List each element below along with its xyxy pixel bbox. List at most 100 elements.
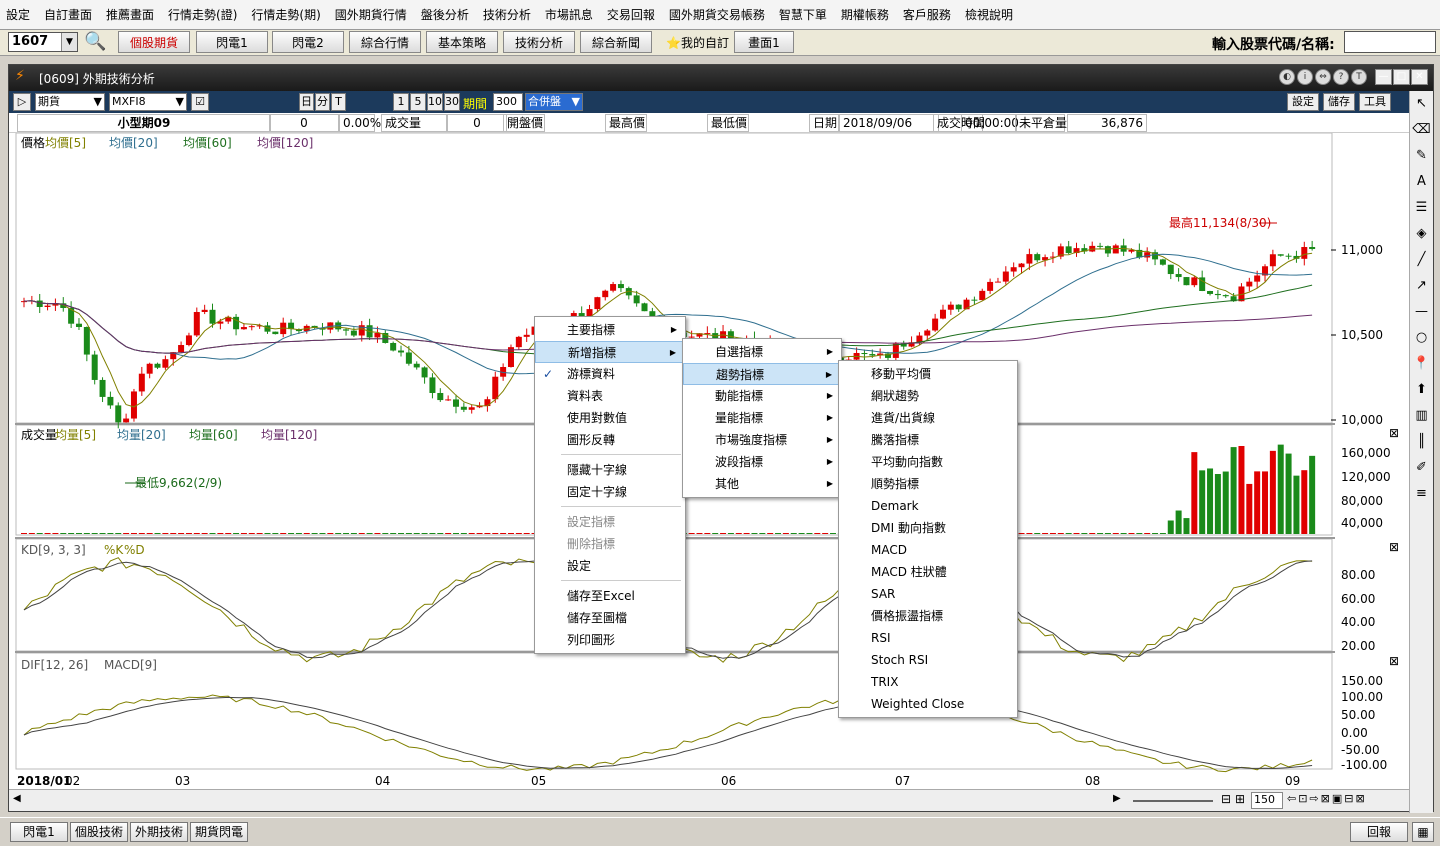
period-num-2[interactable]: 10 <box>427 93 443 111</box>
close-icon[interactable]: ✕ <box>1411 69 1428 85</box>
code-select[interactable]: 1607 ▼ <box>8 32 78 52</box>
submenu2-item-4[interactable]: 平均動向指數 <box>839 451 1017 473</box>
submenu1-item-1[interactable]: 趨勢指標 ▶ <box>683 363 841 385</box>
menu-item-14[interactable]: 檢視說明 <box>965 6 1013 23</box>
menu-item-6[interactable]: 盤後分析 <box>421 6 469 23</box>
context-menu-item-8[interactable]: 設定指標 <box>535 511 685 533</box>
menu-item-0[interactable]: 設定 <box>6 6 30 23</box>
vlines-icon[interactable]: ║ <box>1410 429 1433 455</box>
zoom-input[interactable]: 150 <box>1251 792 1283 809</box>
submenu2-item-10[interactable]: SAR <box>839 583 1017 605</box>
task-button-1[interactable]: 個股技術 <box>70 822 128 842</box>
maximize-icon[interactable]: □ <box>1393 69 1410 85</box>
merge-select[interactable]: 合併盤 ▼ <box>525 93 583 111</box>
eraser-icon[interactable]: ⌫ <box>1410 117 1433 143</box>
toolbar-button-3[interactable]: 綜合行情 <box>349 31 421 53</box>
scroll-right-icon[interactable]: ▶ <box>1113 793 1121 804</box>
hline-icon[interactable]: — <box>1410 299 1433 325</box>
circle-icon[interactable]: ○ <box>1410 325 1433 351</box>
submenu1-item-3[interactable]: 量能指標 ▶ <box>683 407 841 429</box>
pane-close-icon[interactable]: ⊠ <box>1389 426 1399 440</box>
menu-item-13[interactable]: 客戶服務 <box>903 6 951 23</box>
context-menu-item-13[interactable]: 列印圖形 <box>535 629 685 651</box>
submenu2-item-11[interactable]: 價格振盪指標 <box>839 605 1017 627</box>
t-icon[interactable]: T <box>1351 69 1367 85</box>
menu-item-12[interactable]: 期權帳務 <box>841 6 889 23</box>
menu-item-3[interactable]: 行情走勢(證) <box>168 6 237 23</box>
submenu1-item-2[interactable]: 動能指標 ▶ <box>683 385 841 407</box>
pencil-icon[interactable]: ✐ <box>1410 455 1433 481</box>
grid-icon[interactable]: ▦ <box>1412 822 1434 842</box>
task-button-2[interactable]: 外期技術 <box>130 822 188 842</box>
win-button-0[interactable]: 設定 <box>1287 93 1319 111</box>
menu-item-10[interactable]: 國外期貨交易帳務 <box>669 6 765 23</box>
submenu2-item-3[interactable]: 騰落指標 <box>839 429 1017 451</box>
toolbar-button-2[interactable]: 閃電2 <box>272 31 344 53</box>
submenu1-item-4[interactable]: 市場強度指標 ▶ <box>683 429 841 451</box>
submenu1-item-5[interactable]: 波段指標 ▶ <box>683 451 841 473</box>
marker-icon[interactable]: ⬆ <box>1410 377 1433 403</box>
submenu1-item-6[interactable]: 其他 ▶ <box>683 473 841 495</box>
context-menu-item-4[interactable]: 使用對數值 <box>535 407 685 429</box>
submenu2-item-1[interactable]: 網狀趨勢 <box>839 385 1017 407</box>
my-custom-button[interactable]: ⭐我的自訂 <box>666 34 729 51</box>
task-button-0[interactable]: 閃電1 <box>10 822 68 842</box>
info-icon[interactable]: i <box>1297 69 1313 85</box>
paint-icon[interactable]: ✎ <box>1410 143 1433 169</box>
submenu2-item-15[interactable]: Weighted Close <box>839 693 1017 715</box>
menu-item-1[interactable]: 自訂畫面 <box>44 6 92 23</box>
screen1-button[interactable]: 畫面1 <box>734 31 794 53</box>
period-type-0[interactable]: 日 <box>299 93 314 111</box>
play-icon[interactable]: ▷ <box>13 93 31 111</box>
search-icon[interactable]: 🔍 <box>84 31 106 52</box>
submenu2-item-5[interactable]: 順勢指標 <box>839 473 1017 495</box>
context-menu-item-7[interactable]: 固定十字線 <box>535 481 685 503</box>
context-menu-item-6[interactable]: 隱藏十字線 <box>535 459 685 481</box>
zoom-in-icon[interactable]: ⊞ <box>1235 792 1245 806</box>
period-input[interactable]: 300 <box>493 93 523 111</box>
context-menu-item-2[interactable]: 游標資料 ✓ <box>535 363 685 385</box>
period-num-3[interactable]: 30 <box>444 93 460 111</box>
line-icon[interactable]: ╱ <box>1410 247 1433 273</box>
cursor-icon[interactable]: ↖ <box>1410 91 1433 117</box>
submenu2-item-8[interactable]: MACD <box>839 539 1017 561</box>
stock-input[interactable] <box>1344 31 1436 53</box>
minimize-icon[interactable]: — <box>1375 69 1392 85</box>
period-type-1[interactable]: 分 <box>315 93 330 111</box>
menu-item-4[interactable]: 行情走勢(期) <box>251 6 320 23</box>
type-select[interactable]: 期貨 ▼ <box>35 93 105 111</box>
palette-icon[interactable]: ◈ <box>1410 221 1433 247</box>
context-menu-item-10[interactable]: 設定 <box>535 555 685 577</box>
context-menu-item-5[interactable]: 圖形反轉 <box>535 429 685 451</box>
toolbar-button-6[interactable]: 綜合新聞 <box>580 31 652 53</box>
symbol-select[interactable]: MXFI8 ▼ <box>109 93 187 111</box>
pin-icon[interactable]: 📍 <box>1410 351 1433 377</box>
win-button-1[interactable]: 儲存 <box>1323 93 1355 111</box>
menu-item-7[interactable]: 技術分析 <box>483 6 531 23</box>
scroll-left-icon[interactable]: ◀ <box>13 793 21 804</box>
submenu2-item-7[interactable]: DMI 動向指數 <box>839 517 1017 539</box>
toolbar-button-4[interactable]: 基本策略 <box>426 31 498 53</box>
pane-close-icon[interactable]: ⊠ <box>1389 654 1399 668</box>
link-icon[interactable]: ⇔ <box>1315 69 1331 85</box>
menu-item-2[interactable]: 推薦畫面 <box>106 6 154 23</box>
bars-icon[interactable]: ▥ <box>1410 403 1433 429</box>
pane-close-icon[interactable]: ⊠ <box>1389 540 1399 554</box>
context-menu-item-0[interactable]: 主要指標 ▶ <box>535 319 685 341</box>
checkbox-icon[interactable]: ☑ <box>191 93 209 111</box>
menu-item-9[interactable]: 交易回報 <box>607 6 655 23</box>
menu-item-8[interactable]: 市場訊息 <box>545 6 593 23</box>
prev-icon[interactable]: ◐ <box>1279 69 1295 85</box>
period-num-0[interactable]: 1 <box>393 93 409 111</box>
menu-item-11[interactable]: 智慧下單 <box>779 6 827 23</box>
submenu1-item-0[interactable]: 自選指標 ▶ <box>683 341 841 363</box>
period-num-1[interactable]: 5 <box>410 93 426 111</box>
context-menu-item-12[interactable]: 儲存至圖檔 <box>535 607 685 629</box>
context-menu-item-3[interactable]: 資料表 <box>535 385 685 407</box>
submenu2-item-13[interactable]: Stoch RSI <box>839 649 1017 671</box>
submenu2-item-2[interactable]: 進貨/出貨線 <box>839 407 1017 429</box>
help-icon[interactable]: ? <box>1333 69 1349 85</box>
task-button-3[interactable]: 期貨閃電 <box>190 822 248 842</box>
win-button-2[interactable]: 工具 <box>1359 93 1391 111</box>
text-icon[interactable]: A <box>1410 169 1433 195</box>
